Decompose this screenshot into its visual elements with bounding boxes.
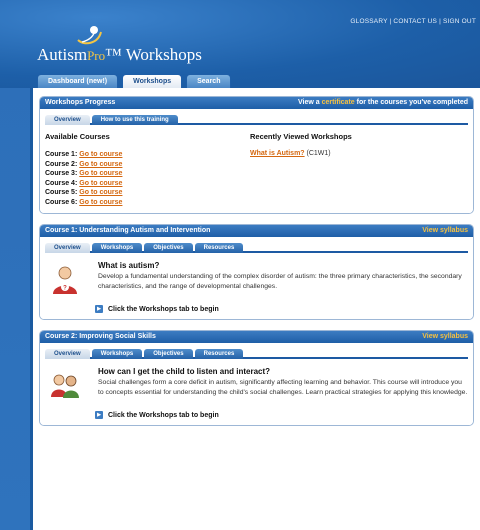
course-question: How can I get the child to listen and in… [98, 367, 271, 376]
certificate-note: View a certificate for the courses you'v… [297, 99, 468, 106]
view-syllabus-link[interactable]: View syllabus [422, 225, 468, 237]
main-content: Workshops Progress View a certificate fo… [30, 88, 480, 530]
arrow-icon: ▶ [95, 305, 103, 313]
course-title: Course 1: Understanding Autism and Inter… [45, 227, 211, 234]
course-1-panel: Course 1: Understanding Autism and Inter… [39, 224, 474, 320]
tab-resources[interactable]: Resources [194, 349, 244, 359]
site-logo[interactable]: AutismPro™ Workshops [37, 24, 202, 64]
nav-tab-workshops[interactable]: Workshops [122, 74, 183, 88]
course-item: Course 1: Go to course [45, 151, 123, 158]
nav-tab-search[interactable]: Search [186, 74, 232, 88]
top-links[interactable]: GLOSSARY | CONTACT US | SIGN OUT [350, 18, 476, 25]
tab-workshops[interactable]: Workshops [91, 349, 143, 359]
course-item: Course 5: Go to course [45, 189, 123, 196]
go-to-course-link[interactable]: Go to course [79, 151, 122, 158]
site-header: GLOSSARY | CONTACT US | SIGN OUT AutismP… [0, 0, 480, 88]
course-question: What is autism? [98, 261, 160, 270]
panel-header: Course 2: Improving Social Skills View s… [40, 331, 473, 343]
panel-header: Course 1: Understanding Autism and Inter… [40, 225, 473, 237]
tab-overview[interactable]: Overview [45, 349, 90, 359]
go-to-course-link[interactable]: Go to course [79, 180, 122, 187]
panel-header: Workshops Progress View a certificate fo… [40, 97, 473, 109]
course-title: Course 2: Improving Social Skills [45, 333, 156, 340]
course-item: Course 6: Go to course [45, 198, 123, 206]
tab-workshops[interactable]: Workshops [91, 243, 143, 253]
view-syllabus-link[interactable]: View syllabus [422, 331, 468, 343]
svg-text:?: ? [63, 286, 67, 292]
two-people-icon [51, 374, 79, 398]
recently-viewed: Recently Viewed Workshops What is Autism… [250, 132, 352, 207]
recently-viewed-title: Recently Viewed Workshops [250, 132, 352, 141]
begin-prompt: ▶ Click the Workshops tab to begin [95, 411, 468, 419]
tab-overview[interactable]: Overview [45, 115, 90, 125]
go-to-course-link[interactable]: Go to course [79, 199, 122, 206]
course-item: Course 3: Go to course [45, 170, 123, 177]
go-to-course-link[interactable]: Go to course [79, 170, 122, 177]
tab-objectives[interactable]: Objectives [144, 243, 193, 253]
course-tabs: Overview Workshops Objectives Resources [45, 347, 468, 359]
tab-objectives[interactable]: Objectives [144, 349, 193, 359]
arrow-icon: ▶ [95, 411, 103, 419]
person-question-icon: ? [53, 266, 77, 294]
course-item: Course 2: Go to course [45, 160, 123, 168]
course-description: Develop a fundamental understanding of t… [98, 273, 462, 290]
available-courses-title: Available Courses [45, 132, 110, 141]
course-2-panel: Course 2: Improving Social Skills View s… [39, 330, 474, 426]
top-links-text[interactable]: GLOSSARY | CONTACT US | SIGN OUT [350, 18, 476, 25]
recent-workshop-link[interactable]: What is Autism? [250, 150, 305, 157]
course-description: Social challenges form a core deficit in… [98, 379, 468, 396]
course-tabs: Overview Workshops Objectives Resources [45, 241, 468, 253]
go-to-course-link[interactable]: Go to course [79, 189, 122, 196]
main-nav: Dashboard (new!) Workshops Search [37, 74, 232, 88]
go-to-course-link[interactable]: Go to course [79, 161, 122, 168]
tab-how-to-use[interactable]: How to use this training [91, 115, 178, 125]
panel-title: Workshops Progress [45, 99, 116, 106]
logo-text: AutismPro™ Workshops [37, 45, 202, 64]
nav-tab-dashboard[interactable]: Dashboard (new!) [37, 74, 119, 88]
logo-swirl-icon [77, 26, 102, 45]
certificate-link[interactable]: certificate [322, 99, 355, 106]
tab-overview[interactable]: Overview [45, 243, 90, 253]
recent-workshop-code: (C1W1) [306, 150, 331, 157]
workshops-progress-panel: Workshops Progress View a certificate fo… [39, 96, 474, 214]
tab-resources[interactable]: Resources [194, 243, 244, 253]
progress-tabs: Overview How to use this training [45, 113, 468, 125]
course-item: Course 4: Go to course [45, 179, 123, 187]
begin-prompt: ▶ Click the Workshops tab to begin [95, 305, 468, 313]
available-courses: Available Courses Course 1: Go to course… [45, 132, 250, 207]
